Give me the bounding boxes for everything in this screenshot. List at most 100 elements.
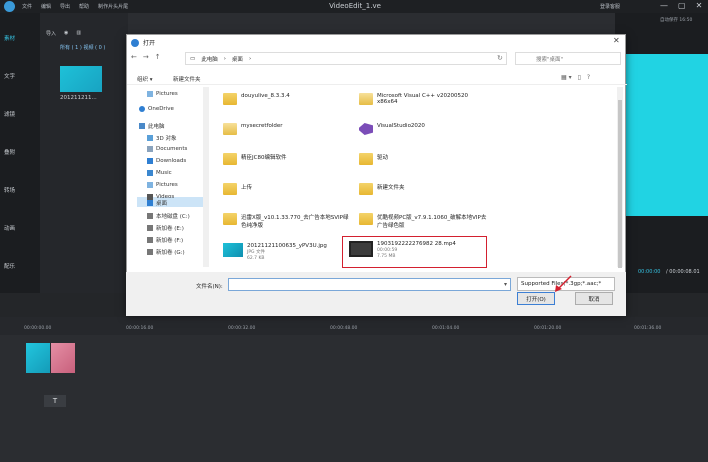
ruler-label: 00:00:32.00	[228, 326, 256, 331]
tree-item-desktop[interactable]: 桌面	[147, 199, 167, 207]
file-name: 优酷视频PC版_v7.9.1.1060_破解本地VIP去广告绿色版	[377, 215, 487, 229]
tree-item-drive-c[interactable]: 本地磁盘 (C:)	[147, 212, 190, 220]
dialog-nav: ← → ↑	[131, 53, 161, 61]
file-item[interactable]: 驱动	[359, 153, 489, 165]
tree-item-pictures-pc[interactable]: Pictures	[147, 182, 178, 188]
tree-item-music[interactable]: Music	[147, 170, 172, 176]
text-clip[interactable]: T	[44, 395, 66, 407]
tree-item-label: Music	[156, 170, 172, 176]
grid-view-icon[interactable]: ▥	[76, 30, 81, 36]
file-name: douyulive_8.3.3.4	[241, 93, 290, 99]
open-button[interactable]: 打开(O)	[517, 292, 555, 305]
file-item[interactable]: mysecretfolder	[223, 123, 353, 135]
dialog-title: 打开	[143, 40, 156, 47]
file-item[interactable]: 新建文件夹	[359, 183, 489, 195]
up-icon[interactable]: ↑	[155, 53, 161, 61]
tree-item-pictures[interactable]: Pictures	[147, 91, 178, 97]
video-clip[interactable]	[26, 343, 50, 373]
tree-scrollbar[interactable]	[203, 87, 209, 267]
help-icon[interactable]: ?	[587, 74, 590, 81]
tree-item-drive-f[interactable]: 新加卷 (F:)	[147, 236, 183, 244]
desktop-icon	[147, 200, 153, 206]
media-item-name: 201211211...	[60, 95, 97, 101]
side-tab-music[interactable]: 配乐	[4, 262, 15, 270]
file-name: 驱动	[377, 155, 389, 161]
refresh-icon[interactable]: ↻	[497, 54, 503, 62]
search-input[interactable]: 搜索"桌面"	[515, 52, 621, 65]
new-folder-button[interactable]: 新建文件夹	[173, 75, 201, 83]
file-name: 精臣JC80编辑软件	[241, 155, 287, 161]
view-mode-icon[interactable]: ▦ ▾	[561, 74, 572, 81]
menu-edit[interactable]: 编辑	[41, 3, 51, 10]
close-window-icon[interactable]: ✕	[696, 1, 703, 10]
file-name: 迅雷X版_v10.1.33.770_去广告本地SVIP绿色纯净版	[241, 215, 349, 229]
pc-icon: ▭	[190, 55, 196, 62]
media-thumbnail[interactable]	[60, 66, 102, 92]
tree-item-downloads[interactable]: Downloads	[147, 158, 186, 164]
tree-item-3d-objects[interactable]: 3D 对象	[147, 134, 176, 142]
cancel-button[interactable]: 取消	[575, 292, 613, 305]
side-tab-transition[interactable]: 转场	[4, 186, 15, 194]
timeline-tracks	[0, 335, 708, 462]
file-item[interactable]: 优酷视频PC版_v7.9.1.1060_破解本地VIP去广告绿色版	[359, 213, 489, 229]
app-logo-icon	[4, 1, 15, 12]
side-tab-animation[interactable]: 动画	[4, 224, 15, 232]
ruler-label: 00:00:16.00	[126, 326, 154, 331]
media-toolbar: 导入 ◉ ▥	[40, 27, 130, 39]
window-title: VideoEdit_1.ve	[329, 2, 381, 10]
address-bar[interactable]: ▭ 此电脑 › 桌面 ›	[185, 52, 507, 65]
command-bar	[127, 71, 627, 85]
media-filter-tabs[interactable]: 所有 ( 1 ) 视频 ( 0 )	[60, 44, 105, 51]
import-button[interactable]: 导入	[46, 30, 56, 37]
side-tab-overlay[interactable]: 叠附	[4, 148, 15, 156]
tree-item-label: 新加卷 (F:)	[156, 238, 184, 244]
side-tab-media[interactable]: 素材	[4, 34, 15, 42]
account-link[interactable]: 登录客服	[600, 3, 620, 10]
tree-item-documents[interactable]: Documents	[147, 146, 187, 152]
organize-button[interactable]: 组织 ▾	[137, 75, 153, 83]
ruler-label: 00:01:04.00	[432, 326, 460, 331]
file-item-jpg[interactable]: 20121121100635_yPV3U.jpg JPG 文件 62.7 KB	[223, 243, 353, 261]
maximize-icon[interactable]: ▢	[678, 1, 686, 10]
tree-item-label: 3D 对象	[156, 136, 177, 142]
file-item[interactable]: 迅雷X版_v10.1.33.770_去广告本地SVIP绿色纯净版	[223, 213, 353, 229]
menu-help[interactable]: 帮助	[79, 3, 89, 10]
folder-icon	[223, 123, 237, 135]
red-arrow-annotation	[555, 275, 572, 292]
folder-icon	[223, 153, 237, 165]
tree-item-label: 此电脑	[148, 124, 165, 130]
folder-icon	[359, 93, 373, 105]
pictures-icon	[147, 91, 153, 97]
minimize-icon[interactable]: —	[660, 1, 668, 10]
menu-export[interactable]: 导出	[60, 3, 70, 10]
forward-icon[interactable]: →	[143, 53, 149, 61]
file-name: Microsoft Visual C++ v20200520 x86x64	[377, 93, 468, 105]
menu-file[interactable]: 文件	[22, 3, 32, 10]
breadcrumb-pc[interactable]: 此电脑	[201, 55, 218, 63]
menu-intro-outro[interactable]: 制作片头片尾	[98, 3, 128, 10]
file-item[interactable]: 上传	[223, 183, 353, 195]
files-scrollbar-thumb[interactable]	[618, 100, 622, 268]
media-panel	[40, 13, 128, 293]
file-item[interactable]: douyulive_8.3.3.4	[223, 93, 353, 105]
close-icon[interactable]: ✕	[613, 36, 620, 45]
side-tab-text[interactable]: 文字	[4, 72, 15, 80]
ruler-label: 00:01:36.00	[634, 326, 662, 331]
file-item[interactable]: VisualStudio2020	[359, 123, 489, 135]
chevron-down-icon[interactable]: ▾	[504, 281, 507, 288]
preview-pane-icon[interactable]: ▯	[578, 74, 581, 81]
tree-item-onedrive[interactable]: OneDrive	[139, 106, 174, 112]
back-icon[interactable]: ←	[131, 53, 137, 61]
tree-item-this-pc[interactable]: 此电脑	[139, 122, 165, 130]
tree-item-drive-g[interactable]: 新加卷 (G:)	[147, 248, 185, 256]
video-clip[interactable]	[51, 343, 75, 373]
filename-label: 文件名(N):	[196, 284, 223, 290]
side-tab-filter[interactable]: 滤镜	[4, 110, 15, 118]
filename-input[interactable]	[228, 278, 511, 291]
folder-icon	[223, 93, 237, 105]
file-item[interactable]: Microsoft Visual C++ v20200520 x86x64	[359, 93, 489, 105]
record-icon[interactable]: ◉	[64, 30, 68, 36]
breadcrumb-desktop[interactable]: 桌面	[232, 55, 243, 63]
file-item[interactable]: 精臣JC80编辑软件	[223, 153, 353, 165]
tree-item-drive-e[interactable]: 新加卷 (E:)	[147, 224, 184, 232]
